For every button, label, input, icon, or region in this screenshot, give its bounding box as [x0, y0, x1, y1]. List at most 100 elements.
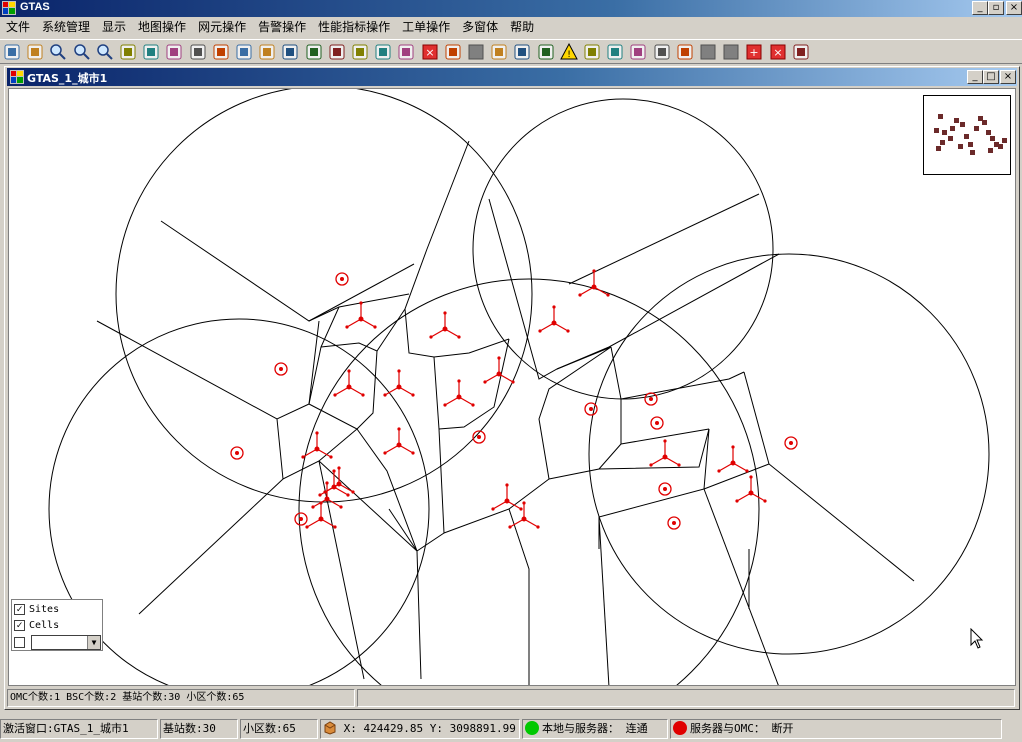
refresh-icon[interactable]	[141, 42, 161, 62]
omc-marker	[584, 402, 598, 416]
menu-window[interactable]: 多窗体	[456, 18, 504, 36]
gray-circle-icon[interactable]	[466, 42, 486, 62]
legend-sites-row[interactable]: ✓ Sites	[14, 602, 59, 616]
menu-alarm[interactable]: 告警操作	[252, 18, 312, 36]
zoom-icon[interactable]	[48, 42, 68, 62]
menu-performance[interactable]: 性能指标操作	[312, 18, 396, 36]
clipboard-icon[interactable]	[234, 42, 254, 62]
overview-map[interactable]	[923, 95, 1011, 175]
binoculars-icon[interactable]	[211, 42, 231, 62]
gray-square-icon[interactable]	[721, 42, 741, 62]
map-canvas[interactable]: ✓ Sites ✓ Cells ▼	[8, 88, 1016, 686]
legend-extra-row[interactable]	[14, 635, 29, 649]
site-marker	[443, 379, 475, 407]
red-x-icon[interactable]: ×	[768, 42, 788, 62]
site-marker	[538, 305, 570, 333]
print-icon[interactable]	[512, 42, 532, 62]
omc-marker	[644, 392, 658, 406]
child-app-icon	[10, 70, 24, 84]
minimize-button[interactable]: _	[972, 1, 988, 15]
connected-indicator-icon	[525, 721, 539, 735]
b-icon[interactable]	[350, 42, 370, 62]
gray-box-icon[interactable]	[698, 42, 718, 62]
menu-view[interactable]: 显示	[96, 18, 132, 36]
anchor-icon[interactable]	[188, 42, 208, 62]
child-minimize-button[interactable]: _	[967, 70, 983, 84]
sites-checkbox[interactable]: ✓	[14, 603, 25, 615]
overview-site	[988, 148, 993, 153]
select-icon[interactable]	[2, 42, 22, 62]
tool-icon[interactable]	[118, 42, 138, 62]
layer-combo[interactable]: ▼	[31, 635, 101, 650]
site-marker	[429, 311, 461, 339]
map-icon[interactable]	[164, 42, 184, 62]
windows-icon[interactable]	[791, 42, 811, 62]
site-marker	[717, 445, 749, 473]
pan-hand-icon[interactable]	[25, 42, 45, 62]
fm-icon[interactable]	[489, 42, 509, 62]
child-title-bar: GTAS_1_城市1 _ □ ×	[7, 68, 1017, 86]
menu-help[interactable]: 帮助	[504, 18, 540, 36]
restore-button[interactable]: ▫	[988, 1, 1004, 15]
cell-count-status: 小区数:65	[240, 719, 318, 739]
check-icon[interactable]	[605, 42, 625, 62]
site-marker	[483, 356, 515, 384]
svg-text:×: ×	[425, 46, 434, 59]
chevron-down-icon[interactable]: ▼	[87, 636, 100, 649]
menu-system[interactable]: 系统管理	[36, 18, 96, 36]
overview-site	[936, 146, 941, 151]
disconnected-indicator-icon	[673, 721, 687, 735]
sites-label: Sites	[29, 603, 60, 615]
layer-icon[interactable]	[443, 42, 463, 62]
network-icon[interactable]	[582, 42, 602, 62]
child-window-title: GTAS_1_城市1	[27, 72, 108, 85]
overview-site	[960, 122, 965, 127]
voronoi-map	[48, 89, 990, 685]
menu-network-element[interactable]: 网元操作	[192, 18, 252, 36]
extra-layer-checkbox[interactable]	[14, 636, 25, 648]
warning-icon[interactable]: !	[559, 42, 579, 62]
chart-icon[interactable]	[675, 42, 695, 62]
cells-checkbox[interactable]: ✓	[14, 619, 25, 631]
omc-marker	[335, 272, 349, 286]
server-omc-text: 服务器与OMC： 断开	[690, 722, 794, 735]
overview-site	[958, 144, 963, 149]
map-child-window: GTAS_1_城市1 _ □ × ✓ Sites ✓ Cells ▼ OMC个数…	[4, 66, 1020, 710]
child-restore-button[interactable]: □	[983, 70, 999, 84]
toolbar: ×! + ×	[0, 39, 1022, 64]
overview-site	[982, 120, 987, 125]
menu-file[interactable]: 文件	[0, 18, 36, 36]
omc-marker	[650, 416, 664, 430]
close-button[interactable]: ×	[1006, 1, 1022, 15]
omc-marker	[658, 482, 672, 496]
legend-cells-row[interactable]: ✓ Cells	[14, 618, 59, 632]
omc-marker	[667, 516, 681, 530]
child-close-button[interactable]: ×	[1000, 70, 1016, 84]
network-summary: OMC个数:1 BSC个数:2 基站个数:30 小区个数:65	[7, 689, 355, 707]
title-bar: GTAS _ ▫ ×	[0, 0, 1022, 17]
zoom-out-icon[interactable]	[95, 42, 115, 62]
t-icon[interactable]	[396, 42, 416, 62]
shapes-icon[interactable]	[257, 42, 277, 62]
menu-workorder[interactable]: 工单操作	[396, 18, 456, 36]
stop-icon[interactable]: ×	[420, 42, 440, 62]
coverage-circle	[588, 253, 990, 655]
site-marker	[383, 369, 415, 397]
edit-icon[interactable]	[304, 42, 324, 62]
disc-icon[interactable]	[652, 42, 672, 62]
zoom-in-icon[interactable]	[72, 42, 92, 62]
mouse-cursor-icon	[970, 628, 984, 649]
layers-icon[interactable]	[280, 42, 300, 62]
cube-icon[interactable]	[536, 42, 556, 62]
child-status-pane	[357, 689, 1015, 707]
site-marker	[333, 369, 365, 397]
omc-marker	[784, 436, 798, 450]
c-icon[interactable]	[373, 42, 393, 62]
pin-icon[interactable]	[327, 42, 347, 62]
site-marker	[735, 475, 767, 503]
child-status-bar: OMC个数:1 BSC个数:2 基站个数:30 小区个数:65	[7, 688, 1017, 708]
red-plus-icon[interactable]: +	[744, 42, 764, 62]
server-omc-status: 服务器与OMC： 断开	[670, 719, 1002, 739]
menu-map[interactable]: 地图操作	[132, 18, 192, 36]
clock-icon[interactable]	[628, 42, 648, 62]
